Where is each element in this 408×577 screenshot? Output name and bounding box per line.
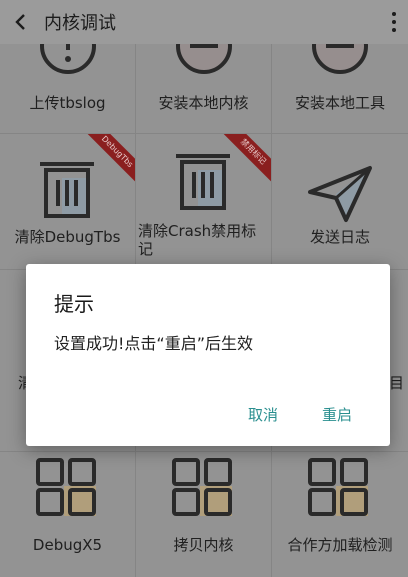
page-title: 内核调试 bbox=[44, 13, 116, 34]
app-toolbar: 内核调试 bbox=[0, 0, 408, 44]
dialog-message: 设置成功!点击“重启”后生效 bbox=[54, 334, 253, 353]
restart-button[interactable]: 重启 bbox=[322, 404, 352, 425]
back-button[interactable] bbox=[0, 0, 40, 44]
chevron-left-icon bbox=[15, 14, 25, 30]
dialog-title: 提示 bbox=[54, 292, 94, 316]
alert-dialog: 提示 设置成功!点击“重启”后生效 取消 重启 bbox=[26, 264, 390, 446]
cancel-button[interactable]: 取消 bbox=[248, 404, 278, 425]
more-options-button[interactable] bbox=[390, 12, 398, 32]
dialog-overlay: 提示 设置成功!点击“重启”后生效 取消 重启 bbox=[0, 0, 408, 567]
more-icon bbox=[392, 12, 396, 16]
